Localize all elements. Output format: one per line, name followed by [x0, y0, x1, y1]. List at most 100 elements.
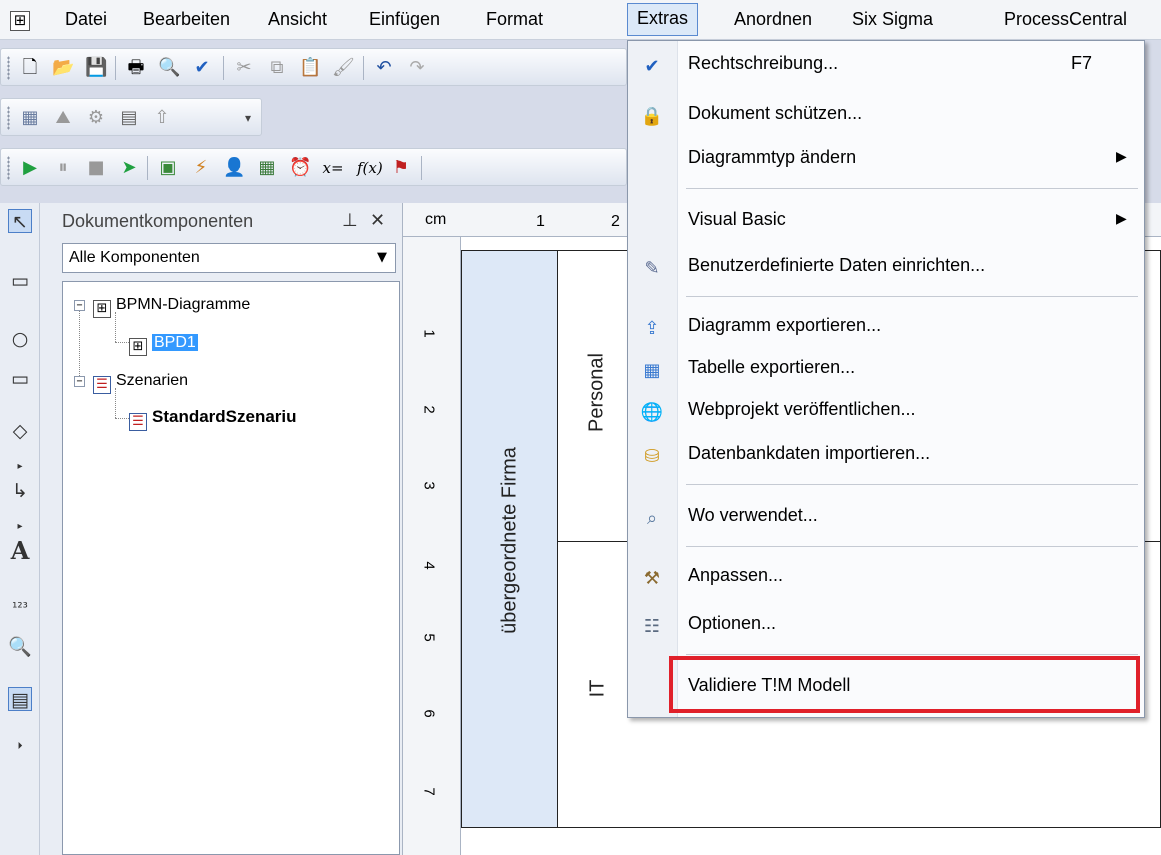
document-menu-icon[interactable]: ⊞ [10, 11, 30, 31]
menu-ansicht[interactable]: Ansicht [259, 0, 336, 40]
connector-tool-icon[interactable]: ↳ [8, 479, 32, 503]
step-icon[interactable]: ➤ [118, 157, 140, 179]
menu-bar: ⊞ Datei Bearbeiten Ansicht Einfügen Form… [0, 0, 1161, 40]
ruler-tick-label: 7 [420, 787, 438, 796]
pool-header[interactable]: übergeordnete Firma [462, 251, 558, 827]
calendar-icon[interactable]: ▦ [256, 157, 278, 179]
circle-tool-icon[interactable]: ○ [8, 327, 32, 351]
lightning-icon[interactable]: ⚡ [190, 157, 212, 179]
export-table-icon: ▦ [643, 360, 661, 381]
diamond-tool-icon[interactable]: ◇ [8, 419, 32, 443]
area-chart-icon[interactable]: ⛰ [52, 107, 74, 129]
print-preview-icon[interactable]: 🔍 [158, 57, 180, 79]
menu-einfuegen[interactable]: Einfügen [360, 0, 449, 40]
chart-icon[interactable]: ▦ [19, 107, 41, 129]
document-up-icon[interactable]: ⇧ [151, 107, 173, 129]
pointer-tool-icon[interactable]: ↖ [8, 209, 32, 233]
menu-anordnen[interactable]: Anordnen [725, 0, 821, 40]
menu-item-label: Anpassen... [688, 565, 784, 585]
variable-icon[interactable]: x= [322, 157, 344, 179]
rectangle-tool-icon[interactable]: ▭ [8, 367, 32, 391]
resource-icon[interactable]: ▣ [157, 157, 179, 179]
toolbar-separator [115, 56, 116, 80]
copy-icon[interactable]: ⧉ [266, 57, 288, 79]
menu-item-tabelle-exportieren[interactable]: ▦ Tabelle exportieren... [628, 351, 1144, 389]
toolbar-grip[interactable] [7, 106, 10, 130]
expand-arrow-icon[interactable]: ▸ [8, 455, 32, 479]
tree-item-bpd1[interactable]: ⊞ BPD1 [129, 332, 198, 356]
menu-extras[interactable]: Extras [627, 3, 699, 36]
collapse-icon[interactable]: − [74, 376, 85, 387]
sheet-icon[interactable]: ▤ [118, 107, 140, 129]
menu-processcentral[interactable]: ProcessCentral [995, 0, 1136, 40]
function-icon[interactable]: f(x) [357, 157, 383, 179]
spellcheck-icon[interactable]: ✔ [191, 57, 213, 79]
scenario-group-icon: ☰ [93, 376, 111, 394]
ruler-unit: cm [425, 211, 447, 228]
menu-six-sigma[interactable]: Six Sigma [843, 0, 942, 40]
person-icon[interactable]: 👤 [223, 157, 245, 179]
tree-line [115, 418, 129, 419]
menu-item-datenbankdaten[interactable]: ⛁ Datenbankdaten importieren... [628, 437, 1144, 475]
standard-toolbar: 🗋 📂 💾 🖶 🔍 ✔ ✂ ⧉ 📋 🖌 ↶ ↷ [0, 48, 627, 86]
menu-format[interactable]: Format [477, 0, 552, 40]
print-icon[interactable]: 🖶 [125, 57, 147, 79]
customize-icon: ⚒ [643, 568, 661, 589]
menu-datei[interactable]: Datei [56, 0, 116, 40]
alarm-icon[interactable]: ⏰ [289, 157, 311, 179]
network-icon[interactable]: ⚙ [85, 107, 107, 129]
menu-item-diagramm-exportieren[interactable]: ⇪ Diagramm exportieren... [628, 309, 1144, 347]
menu-item-benutzerdefinierte-daten[interactable]: ✎ Benutzerdefinierte Daten einrichten... [628, 249, 1144, 287]
toolbar-grip[interactable] [7, 156, 10, 180]
component-filter-select[interactable]: Alle Komponenten ▼ [62, 243, 396, 273]
pause-icon[interactable]: ⏸ [52, 157, 74, 179]
menu-item-diagrammtyp-aendern[interactable]: Diagrammtyp ändern ▶ [628, 141, 1144, 179]
menu-item-label: Diagrammtyp ändern [688, 147, 857, 167]
open-folder-icon[interactable]: 📂 [52, 57, 74, 79]
tree-item-standard-scenario[interactable]: ☰ StandardSzenariu [129, 406, 297, 431]
play-icon[interactable]: ▶ [19, 157, 41, 179]
collapse-icon[interactable]: − [74, 300, 85, 311]
paste-icon[interactable]: 📋 [299, 57, 321, 79]
numbering-tool-icon[interactable]: ¹²³ [8, 597, 32, 621]
zoom-tool-icon[interactable]: 🔍 [8, 635, 32, 659]
component-tree: − ⊞ BPMN-Diagramme ⊞ BPD1 − ☰ Szenarien ☰ St… [62, 281, 400, 855]
redo-icon[interactable]: ↷ [406, 57, 428, 79]
toolbar-grip[interactable] [7, 56, 10, 80]
new-document-icon[interactable]: 🗋 [19, 57, 41, 79]
filter-value: Alle Komponenten [69, 249, 200, 266]
menu-item-anpassen[interactable]: ⚒ Anpassen... [628, 559, 1144, 597]
cut-icon[interactable]: ✂ [233, 57, 255, 79]
save-icon[interactable]: 💾 [85, 57, 107, 79]
menu-item-webprojekt[interactable]: 🌐 Webprojekt veröffentlichen... [628, 393, 1144, 431]
menu-item-optionen[interactable]: ☷ Optionen... [628, 607, 1144, 645]
format-painter-icon[interactable]: 🖌 [332, 57, 355, 79]
submenu-arrow-icon: ▶ [1116, 211, 1127, 227]
menu-item-rechtschreibung[interactable]: ✔ Rechtschreibung... F7 [628, 47, 1144, 85]
menu-item-dokument-schuetzen[interactable]: 🔒 Dokument schützen... [628, 97, 1144, 135]
ruler-tick-label: 1 [420, 329, 438, 338]
menu-item-visual-basic[interactable]: Visual Basic ▶ [628, 203, 1144, 241]
pin-icon[interactable]: ⊥ [342, 210, 358, 231]
menu-item-wo-verwendet[interactable]: ⌕ Wo verwendet... [628, 499, 1144, 537]
menu-bearbeiten[interactable]: Bearbeiten [134, 0, 239, 40]
tree-item-bpmn[interactable]: ⊞ BPMN-Diagramme [93, 294, 250, 318]
vertical-ruler: 1 2 3 4 5 6 7 [403, 237, 461, 855]
process-tool-icon[interactable]: ▭ [8, 269, 32, 293]
menu-separator [686, 484, 1138, 485]
tree-item-scenarios[interactable]: ☰ Szenarien [93, 370, 188, 394]
undo-icon[interactable]: ↶ [373, 57, 395, 79]
toolbar-options-icon[interactable]: ▾ [237, 107, 259, 129]
menu-separator [686, 296, 1138, 297]
options-icon: ☷ [643, 616, 661, 637]
tree-item-label: BPMN-Diagramme [116, 296, 251, 313]
toolbar-separator [223, 56, 224, 80]
stop-icon[interactable]: ■ [85, 157, 107, 179]
more-tools-icon[interactable]: ⏵ [8, 735, 32, 759]
flag-icon[interactable]: ⚑ [390, 157, 412, 179]
form-tool-icon[interactable]: ▤ [8, 687, 32, 711]
menu-item-label: Dokument schützen... [688, 103, 863, 123]
text-tool-icon[interactable]: A [8, 539, 32, 563]
close-icon[interactable]: ✕ [370, 210, 385, 231]
menu-item-label: Webprojekt veröffentlichen... [688, 399, 916, 419]
